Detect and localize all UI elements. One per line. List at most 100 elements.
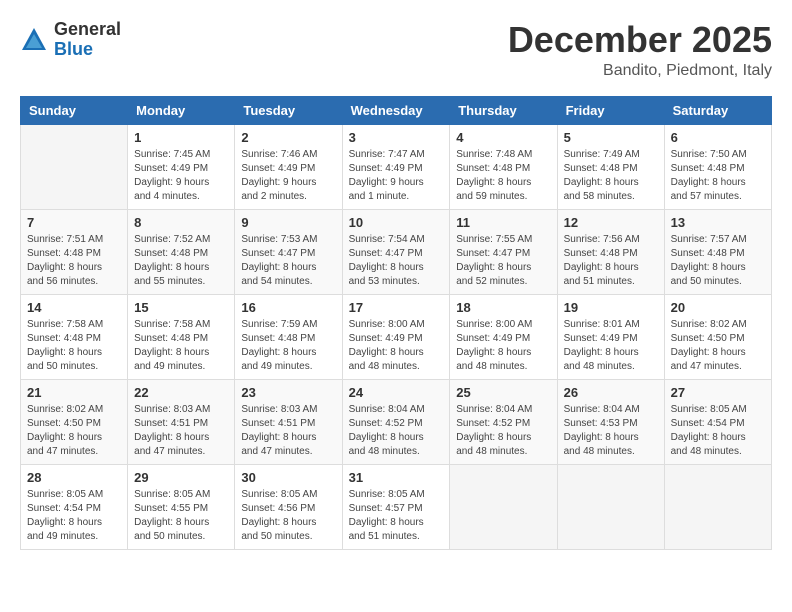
calendar-cell: 29 Sunrise: 8:05 AM Sunset: 4:55 PM Dayli… <box>128 464 235 549</box>
day-info: Sunrise: 7:58 AM Sunset: 4:48 PM Dayligh… <box>27 318 121 374</box>
month-title: December 2025 <box>508 20 772 60</box>
calendar-week-row: 28 Sunrise: 8:05 AM Sunset: 4:54 PM Dayli… <box>21 464 772 549</box>
calendar-cell: 25 Sunrise: 8:04 AM Sunset: 4:52 PM Dayli… <box>450 379 557 464</box>
day-number: 25 <box>456 385 550 400</box>
calendar-cell: 8Sunrise: 7:52 AM Sunset: 4:48 PM Daylig… <box>128 209 235 294</box>
day-info: Sunrise: 8:01 AM Sunset: 4:49 PM Dayligh… <box>564 318 658 374</box>
calendar-cell: 1Sunrise: 7:45 AM Sunset: 4:49 PM Daylig… <box>128 124 235 209</box>
day-info: Sunrise: 7:58 AM Sunset: 4:48 PM Dayligh… <box>134 318 228 374</box>
calendar-cell: 24 Sunrise: 8:04 AM Sunset: 4:52 PM Dayli… <box>342 379 450 464</box>
day-info: Sunrise: 8:00 AM Sunset: 4:49 PM Dayligh… <box>349 318 444 374</box>
weekday-header-friday: Friday <box>557 96 664 124</box>
location-title: Bandito, Piedmont, Italy <box>508 62 772 80</box>
day-info: Sunrise: 7:47 AM Sunset: 4:49 PM Dayligh… <box>349 148 444 204</box>
calendar-cell: 27Sunrise: 8:05 AM Sunset: 4:54 PM Dayli… <box>664 379 771 464</box>
day-number: 30 <box>241 470 335 485</box>
day-number: 16 <box>241 300 335 315</box>
day-number: 6 <box>671 130 765 145</box>
day-number: 21 <box>27 385 121 400</box>
day-number: 7 <box>27 215 121 230</box>
day-info: Sunrise: 8:02 AM Sunset: 4:50 PM Dayligh… <box>27 403 121 459</box>
calendar-cell: 2 Sunrise: 7:46 AM Sunset: 4:49 PM Daylig… <box>235 124 342 209</box>
weekday-header-row: SundayMondayTuesdayWednesdayThursdayFrid… <box>21 96 772 124</box>
day-info: Sunrise: 8:03 AM Sunset: 4:51 PM Dayligh… <box>134 403 228 459</box>
day-number: 22 <box>134 385 228 400</box>
day-info: Sunrise: 8:04 AM Sunset: 4:52 PM Dayligh… <box>456 403 550 459</box>
day-number: 5 <box>564 130 658 145</box>
day-info: Sunrise: 7:57 AM Sunset: 4:48 PM Dayligh… <box>671 233 765 289</box>
day-info: Sunrise: 7:46 AM Sunset: 4:49 PM Dayligh… <box>241 148 335 204</box>
calendar-cell: 7 Sunrise: 7:51 AM Sunset: 4:48 PM Daylig… <box>21 209 128 294</box>
weekday-header-saturday: Saturday <box>664 96 771 124</box>
day-number: 28 <box>27 470 121 485</box>
logo: General Blue <box>20 20 121 60</box>
day-info: Sunrise: 7:52 AM Sunset: 4:48 PM Dayligh… <box>134 233 228 289</box>
weekday-header-sunday: Sunday <box>21 96 128 124</box>
day-info: Sunrise: 7:50 AM Sunset: 4:48 PM Dayligh… <box>671 148 765 204</box>
logo-blue: Blue <box>54 40 121 60</box>
day-info: Sunrise: 7:59 AM Sunset: 4:48 PM Dayligh… <box>241 318 335 374</box>
day-number: 20 <box>671 300 765 315</box>
day-info: Sunrise: 7:53 AM Sunset: 4:47 PM Dayligh… <box>241 233 335 289</box>
calendar-cell <box>557 464 664 549</box>
calendar-cell: 9 Sunrise: 7:53 AM Sunset: 4:47 PM Daylig… <box>235 209 342 294</box>
day-number: 14 <box>27 300 121 315</box>
calendar-cell: 26Sunrise: 8:04 AM Sunset: 4:53 PM Dayli… <box>557 379 664 464</box>
day-info: Sunrise: 8:02 AM Sunset: 4:50 PM Dayligh… <box>671 318 765 374</box>
day-number: 24 <box>349 385 444 400</box>
calendar-cell: 14 Sunrise: 7:58 AM Sunset: 4:48 PM Dayli… <box>21 294 128 379</box>
calendar-cell <box>450 464 557 549</box>
day-number: 1 <box>134 130 228 145</box>
calendar-cell: 28 Sunrise: 8:05 AM Sunset: 4:54 PM Dayli… <box>21 464 128 549</box>
calendar-cell <box>664 464 771 549</box>
day-number: 12 <box>564 215 658 230</box>
weekday-header-tuesday: Tuesday <box>235 96 342 124</box>
calendar-cell: 5 Sunrise: 7:49 AM Sunset: 4:48 PM Daylig… <box>557 124 664 209</box>
calendar-week-row: 7 Sunrise: 7:51 AM Sunset: 4:48 PM Daylig… <box>21 209 772 294</box>
day-info: Sunrise: 7:48 AM Sunset: 4:48 PM Dayligh… <box>456 148 550 204</box>
day-info: Sunrise: 7:49 AM Sunset: 4:48 PM Dayligh… <box>564 148 658 204</box>
calendar-cell: 20 Sunrise: 8:02 AM Sunset: 4:50 PM Dayli… <box>664 294 771 379</box>
calendar-cell: 15 Sunrise: 7:58 AM Sunset: 4:48 PM Dayli… <box>128 294 235 379</box>
day-info: Sunrise: 8:00 AM Sunset: 4:49 PM Dayligh… <box>456 318 550 374</box>
calendar-week-row: 14 Sunrise: 7:58 AM Sunset: 4:48 PM Dayli… <box>21 294 772 379</box>
calendar-cell: 18 Sunrise: 8:00 AM Sunset: 4:49 PM Dayli… <box>450 294 557 379</box>
day-info: Sunrise: 7:54 AM Sunset: 4:47 PM Dayligh… <box>349 233 444 289</box>
calendar-cell: 19Sunrise: 8:01 AM Sunset: 4:49 PM Dayli… <box>557 294 664 379</box>
day-info: Sunrise: 7:56 AM Sunset: 4:48 PM Dayligh… <box>564 233 658 289</box>
day-number: 29 <box>134 470 228 485</box>
day-info: Sunrise: 8:03 AM Sunset: 4:51 PM Dayligh… <box>241 403 335 459</box>
day-info: Sunrise: 8:05 AM Sunset: 4:54 PM Dayligh… <box>27 488 121 544</box>
calendar-cell: 31Sunrise: 8:05 AM Sunset: 4:57 PM Dayli… <box>342 464 450 549</box>
day-info: Sunrise: 8:05 AM Sunset: 4:55 PM Dayligh… <box>134 488 228 544</box>
calendar-cell: 3 Sunrise: 7:47 AM Sunset: 4:49 PM Daylig… <box>342 124 450 209</box>
day-info: Sunrise: 8:05 AM Sunset: 4:57 PM Dayligh… <box>349 488 444 544</box>
calendar-cell: 30 Sunrise: 8:05 AM Sunset: 4:56 PM Dayli… <box>235 464 342 549</box>
day-info: Sunrise: 8:04 AM Sunset: 4:53 PM Dayligh… <box>564 403 658 459</box>
calendar-cell: 23Sunrise: 8:03 AM Sunset: 4:51 PM Dayli… <box>235 379 342 464</box>
calendar-cell: 16 Sunrise: 7:59 AM Sunset: 4:48 PM Dayli… <box>235 294 342 379</box>
calendar-cell: 10 Sunrise: 7:54 AM Sunset: 4:47 PM Dayli… <box>342 209 450 294</box>
day-info: Sunrise: 8:05 AM Sunset: 4:56 PM Dayligh… <box>241 488 335 544</box>
weekday-header-monday: Monday <box>128 96 235 124</box>
calendar-cell: 4Sunrise: 7:48 AM Sunset: 4:48 PM Daylig… <box>450 124 557 209</box>
day-number: 15 <box>134 300 228 315</box>
calendar-cell: 17 Sunrise: 8:00 AM Sunset: 4:49 PM Dayli… <box>342 294 450 379</box>
weekday-header-wednesday: Wednesday <box>342 96 450 124</box>
day-info: Sunrise: 7:51 AM Sunset: 4:48 PM Dayligh… <box>27 233 121 289</box>
day-number: 10 <box>349 215 444 230</box>
day-number: 9 <box>241 215 335 230</box>
day-number: 17 <box>349 300 444 315</box>
calendar-cell: 12 Sunrise: 7:56 AM Sunset: 4:48 PM Dayli… <box>557 209 664 294</box>
calendar-cell: 22 Sunrise: 8:03 AM Sunset: 4:51 PM Dayli… <box>128 379 235 464</box>
day-number: 2 <box>241 130 335 145</box>
page-header: General Blue December 2025 Bandito, Pied… <box>20 20 772 80</box>
day-number: 13 <box>671 215 765 230</box>
calendar-week-row: 21 Sunrise: 8:02 AM Sunset: 4:50 PM Dayli… <box>21 379 772 464</box>
weekday-header-thursday: Thursday <box>450 96 557 124</box>
day-number: 3 <box>349 130 444 145</box>
day-info: Sunrise: 8:04 AM Sunset: 4:52 PM Dayligh… <box>349 403 444 459</box>
day-number: 27 <box>671 385 765 400</box>
calendar-cell: 21 Sunrise: 8:02 AM Sunset: 4:50 PM Dayli… <box>21 379 128 464</box>
day-number: 18 <box>456 300 550 315</box>
